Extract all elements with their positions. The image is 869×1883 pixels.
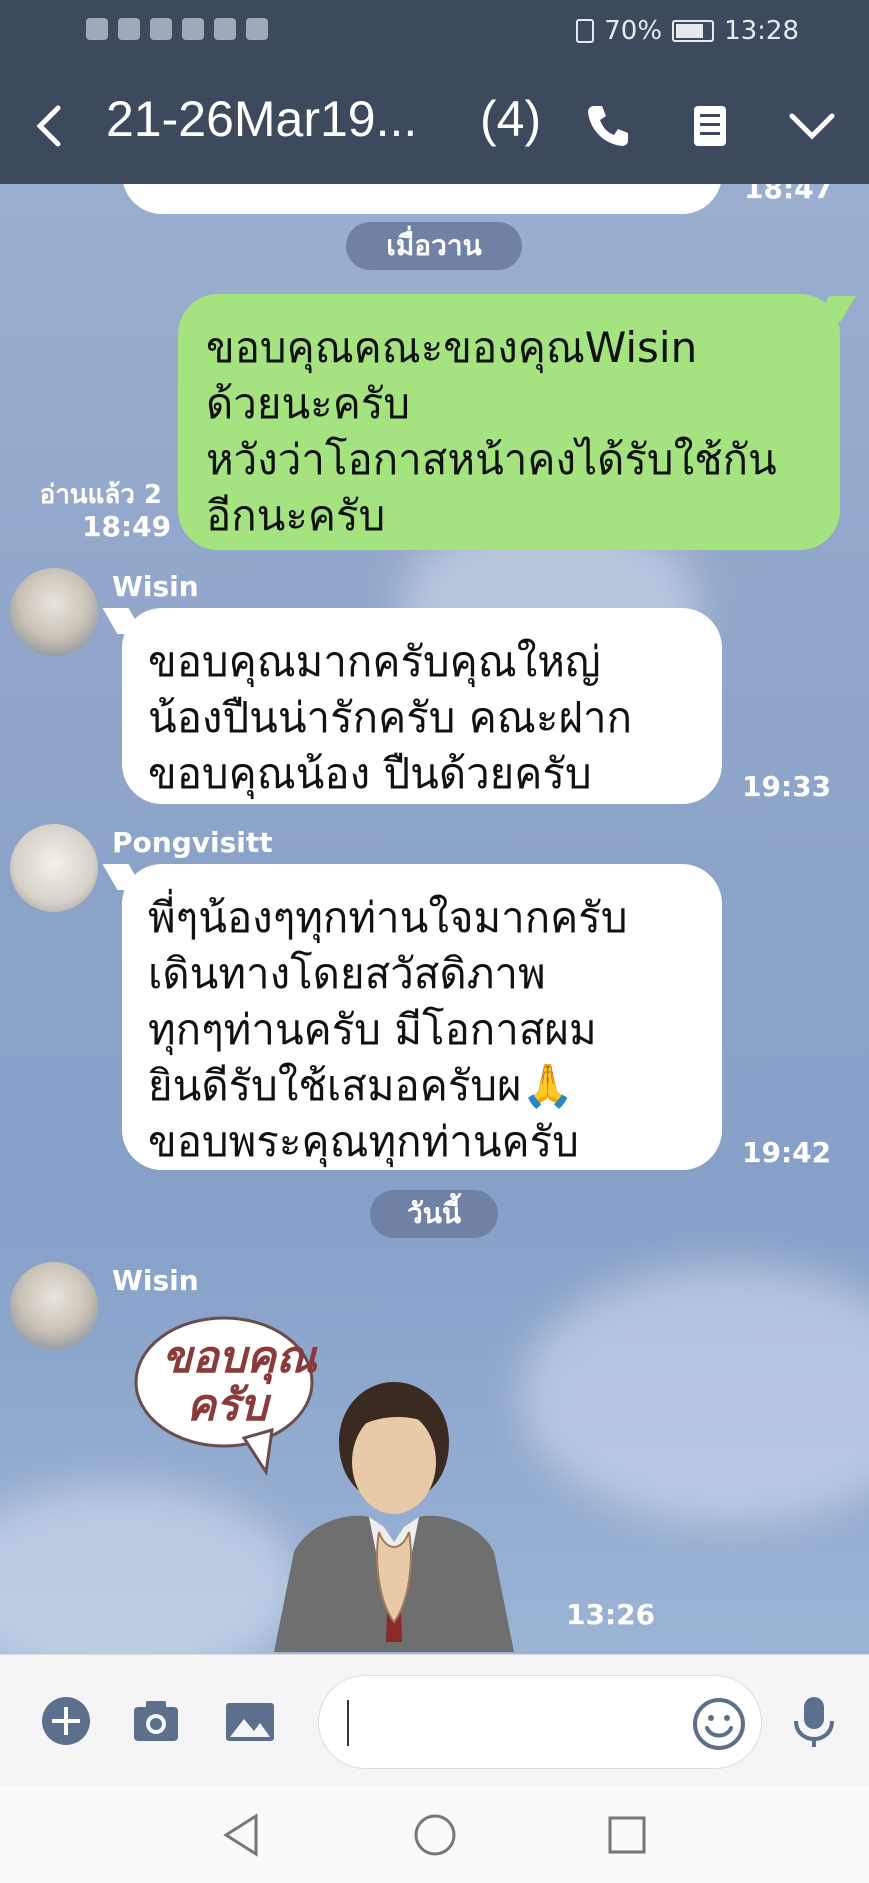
mail-icon — [246, 18, 268, 40]
emoji-icon[interactable] — [691, 1696, 747, 1752]
nfc-icon — [150, 18, 172, 40]
incoming-message[interactable]: ขอบคุณมากครับคุณใหญ่ น้องปืนน่ารักครับ ค… — [122, 608, 722, 804]
recents-nav-icon[interactable] — [602, 1810, 652, 1860]
avatar-wisin[interactable] — [10, 1262, 98, 1350]
chat-title[interactable]: 21-26Mar19... — [106, 90, 417, 148]
system-nav-bar — [0, 1786, 869, 1883]
previous-message-time: 18:47 — [744, 184, 834, 205]
notes-icon[interactable] — [682, 98, 738, 154]
chat-header: 21-26Mar19... (4) — [0, 68, 869, 184]
chevron-down-icon[interactable] — [784, 98, 840, 154]
chrome-icon — [214, 18, 236, 40]
camera-icon[interactable] — [128, 1693, 184, 1749]
vibrate-icon — [576, 19, 595, 43]
back-arrow-icon[interactable] — [28, 100, 72, 152]
wifi-icon — [118, 18, 140, 40]
back-nav-icon[interactable] — [218, 1810, 268, 1860]
sender-name: Wisin — [112, 1264, 199, 1297]
notification-icons — [86, 18, 268, 40]
status-bar: 70% 13:28 — [0, 0, 869, 68]
date-separator: วันนี้ — [370, 1190, 498, 1238]
message-time: 19:42 — [742, 1136, 832, 1169]
sticker-thank-you[interactable]: ขอบคุณ ครับ — [134, 1312, 534, 1652]
sender-name: Pongvisitt — [112, 826, 273, 859]
avatar-wisin[interactable] — [10, 568, 98, 656]
date-separator: เมื่อวาน — [346, 222, 522, 270]
member-count[interactable]: (4) — [480, 90, 541, 148]
previous-message-bubble[interactable] — [122, 184, 722, 214]
phone-icon[interactable] — [580, 98, 636, 154]
chat-area[interactable]: 18:47 เมื่อวาน ขอบคุณคณะของคุณWisin ด้วย… — [0, 184, 869, 1654]
clock: 13:28 — [724, 16, 799, 46]
message-input[interactable] — [318, 1675, 762, 1769]
sender-name: Wisin — [112, 570, 199, 603]
signal-icon — [86, 18, 108, 40]
battery-icon — [672, 20, 715, 42]
message-time: 19:33 — [742, 770, 832, 803]
outgoing-message[interactable]: ขอบคุณคณะของคุณWisin ด้วยนะครับ หวังว่าโ… — [178, 294, 840, 550]
home-nav-icon[interactable] — [410, 1810, 460, 1860]
read-receipt: อ่านแล้ว 2 — [39, 480, 162, 510]
incoming-message[interactable]: พี่ๆน้องๆทุกท่านใจมากครับ เดินทางโดยสวัส… — [122, 864, 722, 1170]
message-time: 13:26 — [566, 1598, 656, 1631]
sticker-text: ขอบคุณ ครับ — [162, 1332, 317, 1431]
plus-icon[interactable] — [38, 1693, 94, 1749]
message-time: 18:49 — [82, 510, 172, 543]
mic-icon[interactable] — [786, 1693, 842, 1749]
battery-percent: 70% — [604, 16, 663, 46]
line-app-icon — [182, 18, 204, 40]
image-icon[interactable] — [222, 1693, 278, 1749]
avatar-pongvisitt[interactable] — [10, 824, 98, 912]
input-bar — [0, 1654, 869, 1786]
